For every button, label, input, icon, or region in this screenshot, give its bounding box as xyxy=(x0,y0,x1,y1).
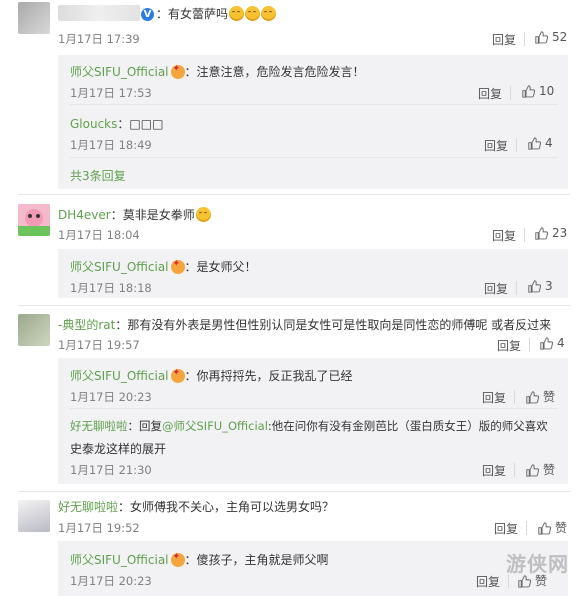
avatar[interactable] xyxy=(18,204,50,236)
reply-time: 1月17日 17:53 xyxy=(70,86,152,100)
comment-username[interactable]: 好无聊啦啦 xyxy=(58,500,118,514)
reply-button[interactable]: 回复 xyxy=(482,389,506,406)
emoji-icon xyxy=(170,552,185,567)
avatar[interactable] xyxy=(18,2,50,34)
like-button[interactable]: 赞 xyxy=(538,519,567,536)
avatar[interactable] xyxy=(18,500,50,532)
comment-text: DH4ever：莫非是女拳师 xyxy=(58,206,211,223)
reply-text: Gloucks：□□□ xyxy=(70,117,164,131)
comment-text: 好无聊啦啦：女师傅我不关心，主角可以选男女吗？ xyxy=(58,500,335,514)
emoji-icon xyxy=(170,64,185,79)
thumbs-up-icon xyxy=(526,391,539,404)
reply-text-continued: 史泰龙这样的展开 xyxy=(70,442,167,456)
reply-text: 师父SIFU_Official：是女师父！ xyxy=(70,258,257,275)
thumbs-up-icon xyxy=(528,280,541,293)
like-count: 52 xyxy=(552,30,568,44)
emoji-icon xyxy=(229,6,245,21)
like-count: 赞 xyxy=(543,463,556,477)
reply-button[interactable]: 回复 xyxy=(494,520,518,537)
reply-time: 1月17日 20:23 xyxy=(70,574,152,588)
like-count: 4 xyxy=(557,336,565,350)
reply-button[interactable]: 回复 xyxy=(492,227,516,244)
reply-username[interactable]: 师父SIFU_Official xyxy=(70,65,169,79)
thumbs-up-icon xyxy=(528,137,541,150)
reply-username[interactable]: 师父SIFU_Official xyxy=(70,553,169,567)
reply-text: 师父SIFU_Official：傻孩子，主角就是师父啊 xyxy=(70,551,329,568)
like-button[interactable]: 4 xyxy=(540,336,565,350)
verified-icon: V xyxy=(141,8,154,21)
reply-time: 1月17日 21:30 xyxy=(70,463,152,477)
comment-username[interactable]: DH4ever xyxy=(58,208,111,222)
like-count: 10 xyxy=(539,84,555,98)
like-count: 3 xyxy=(545,279,553,293)
reply-button[interactable]: 回复 xyxy=(497,337,521,354)
thumbs-up-icon xyxy=(538,522,551,535)
reply-username[interactable]: 师父SIFU_Official xyxy=(70,260,169,274)
like-button[interactable]: 赞 xyxy=(526,461,555,478)
reply-time: 1月17日 18:49 xyxy=(70,138,152,152)
reply-button[interactable]: 回复 xyxy=(484,280,508,297)
comment-text: -典型的rat：那有没有外表是男性但性别认同是女性可是性取向是同性恋的师傅呢 或… xyxy=(58,318,552,332)
comment-time: 1月17日 17:39 xyxy=(58,32,140,46)
like-button[interactable]: 10 xyxy=(522,84,554,98)
reply-username[interactable]: Gloucks xyxy=(70,117,117,131)
reply-button[interactable]: 回复 xyxy=(482,462,506,479)
reply-text: 好无聊啦啦：回复@师父SIFU_Official:他在问你有没有金刚芭比（蛋白质… xyxy=(70,419,548,433)
reply-username[interactable]: 师父SIFU_Official xyxy=(70,369,169,383)
emoji-icon xyxy=(261,6,277,21)
like-button[interactable]: 赞 xyxy=(526,388,555,405)
like-button[interactable]: 52 xyxy=(535,30,567,44)
like-button[interactable]: 4 xyxy=(528,136,553,150)
comment-time: 1月17日 19:52 xyxy=(58,521,140,535)
comment-text: ：有女蕾萨吗 xyxy=(156,5,277,22)
reply-button[interactable]: 回复 xyxy=(478,85,502,102)
watermark-logo: 游侠网 xyxy=(506,552,569,576)
mention-link[interactable]: @师父SIFU_Official xyxy=(162,419,268,433)
like-count: 赞 xyxy=(543,390,556,404)
emoji-icon xyxy=(170,368,185,383)
like-count: 赞 xyxy=(555,521,568,535)
comment-time: 1月17日 18:04 xyxy=(58,228,140,242)
like-button[interactable]: 3 xyxy=(528,279,553,293)
comment-time: 1月17日 19:57 xyxy=(58,338,140,352)
thumbs-up-icon xyxy=(522,85,535,98)
reply-button[interactable]: 回复 xyxy=(484,137,508,154)
reply-button[interactable]: 回复 xyxy=(476,573,500,590)
emoji-icon xyxy=(170,259,185,274)
thumbs-up-icon xyxy=(526,464,539,477)
thumbs-up-icon xyxy=(535,227,548,240)
like-button[interactable]: 23 xyxy=(535,226,567,240)
emoji-icon xyxy=(195,207,211,222)
emoji-icon xyxy=(245,6,261,21)
reply-time: 1月17日 18:18 xyxy=(70,281,152,295)
blurred-username[interactable] xyxy=(58,5,140,21)
avatar[interactable] xyxy=(18,314,50,346)
like-count: 4 xyxy=(545,136,553,150)
more-replies-link[interactable]: 共3条回复 xyxy=(70,167,126,184)
reply-text: 师父SIFU_Official：注意注意，危险发言危险发言！ xyxy=(70,63,365,80)
thumbs-up-icon xyxy=(540,337,553,350)
reply-text: 师父SIFU_Official：你再捋捋先，反正我乱了已经 xyxy=(70,367,353,384)
like-count: 23 xyxy=(552,226,568,240)
comment-username[interactable]: -典型的rat xyxy=(58,318,115,332)
thumbs-up-icon xyxy=(535,31,548,44)
reply-username[interactable]: 好无聊啦啦 xyxy=(70,419,128,433)
reply-time: 1月17日 20:23 xyxy=(70,390,152,404)
reply-button[interactable]: 回复 xyxy=(492,31,516,48)
